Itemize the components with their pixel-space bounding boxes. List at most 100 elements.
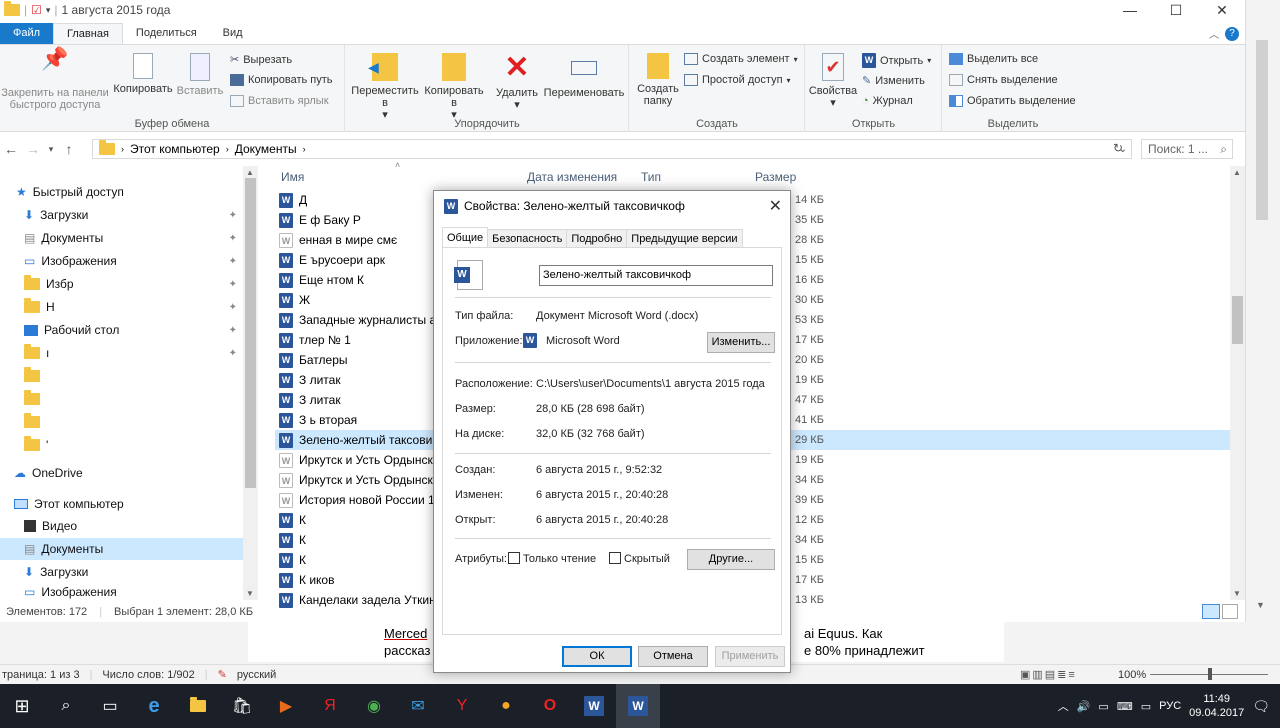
breadcrumb-this-pc[interactable]: Этот компьютер	[130, 142, 220, 156]
nav-quick-access[interactable]: ★ Быстрый доступ	[0, 181, 243, 203]
change-app-button[interactable]: Изменить...	[707, 332, 775, 353]
zoom-level[interactable]: 100%	[1118, 669, 1146, 681]
nav-item-folder[interactable]: Н ✦	[0, 296, 243, 318]
chrome-icon[interactable]: ◉	[352, 684, 396, 728]
file-explorer-icon[interactable]	[176, 684, 220, 728]
pin-quick-access-button[interactable]: 📌 Закрепить на панели быстрого доступа	[0, 48, 110, 112]
pin-icon[interactable]: ✦	[229, 279, 237, 290]
minimize-button[interactable]: —	[1107, 0, 1153, 20]
column-header-date[interactable]: Дата изменения	[527, 170, 617, 184]
nav-item-folder[interactable]	[0, 365, 243, 387]
yandex-icon[interactable]: Y	[440, 684, 484, 728]
word-language[interactable]: русский	[237, 669, 276, 681]
hidden-checkbox[interactable]	[609, 552, 621, 564]
address-bar[interactable]: › Этот компьютер › Документы › ⌄	[92, 139, 1132, 159]
tab-general[interactable]: Общие	[442, 227, 489, 247]
move-to-button[interactable]: ◀ Переместить в ▾	[350, 53, 420, 121]
nav-item-folder[interactable]: ı ✦	[0, 342, 243, 364]
store-icon[interactable]: 🛍	[220, 684, 264, 728]
nav-item-folder[interactable]	[0, 411, 243, 433]
nav-pc-downloads[interactable]: ⬇ Загрузки	[0, 561, 243, 583]
pin-icon[interactable]: ✦	[229, 325, 237, 336]
nav-onedrive[interactable]: ☁ OneDrive	[0, 462, 243, 484]
notification-area-icon[interactable]: ▭	[1141, 700, 1151, 713]
history-button[interactable]: ◔ Журнал	[862, 95, 913, 107]
mail-icon[interactable]: ✉	[396, 684, 440, 728]
rename-button[interactable]: Переименовать	[542, 53, 626, 99]
clock[interactable]: 11:49 09.04.2017	[1189, 692, 1244, 720]
maximize-button[interactable]: ☐	[1153, 0, 1199, 20]
up-button[interactable]: ↑	[58, 141, 80, 157]
word-taskbar-icon[interactable]: W	[616, 684, 660, 728]
tiles-view-icon[interactable]	[1222, 604, 1238, 619]
tab-share[interactable]: Поделиться	[123, 23, 210, 44]
nav-scrollbar[interactable]: ▲ ▼	[243, 166, 258, 600]
nav-pc-documents[interactable]: ▤ Документы	[0, 538, 243, 560]
details-view-icon[interactable]	[1202, 604, 1220, 619]
breadcrumb-documents[interactable]: Документы	[235, 142, 297, 156]
open-button[interactable]: W Открыть ▾	[862, 53, 931, 68]
edge-icon[interactable]: e	[132, 684, 176, 728]
start-button[interactable]: ⊞	[0, 684, 44, 728]
keyboard-icon[interactable]: ⌨	[1117, 700, 1133, 713]
proofing-icon[interactable]: ✎	[218, 668, 227, 681]
nav-this-pc[interactable]: Этот компьютер	[0, 493, 243, 515]
word-page-count[interactable]: траница: 1 из 3	[2, 669, 80, 681]
nav-pc-videos[interactable]: Видео	[0, 515, 243, 537]
select-all-button[interactable]: Выделить все	[949, 53, 1038, 65]
column-header-type[interactable]: Тип	[641, 170, 661, 184]
network-icon[interactable]: ▭	[1098, 700, 1108, 713]
search-input[interactable]: Поиск: 1 ... ⌕	[1141, 139, 1233, 159]
tab-details[interactable]: Подробно	[566, 229, 628, 247]
opera-icon[interactable]: O	[528, 684, 572, 728]
delete-button[interactable]: ✕ Удалить ▾	[492, 53, 542, 112]
paste-button[interactable]: Вставить	[176, 53, 224, 97]
dialog-close-button[interactable]: ✕	[769, 196, 782, 216]
nav-pc-pictures[interactable]: ▭ Изображения	[0, 583, 243, 600]
tab-view[interactable]: Вид	[210, 23, 256, 44]
select-none-button[interactable]: Снять выделение	[949, 74, 1058, 86]
easy-access-button[interactable]: Простой доступ ▾	[684, 74, 791, 86]
action-center-icon[interactable]: 🗨	[1252, 698, 1270, 715]
word-word-count[interactable]: Число слов: 1/902	[102, 669, 194, 681]
tab-previous-versions[interactable]: Предыдущие версии	[626, 229, 743, 247]
app-icon[interactable]: ●	[484, 684, 528, 728]
advanced-button[interactable]: Другие...	[687, 549, 775, 570]
close-button[interactable]: ✕	[1199, 0, 1245, 20]
filename-field[interactable]: Зелено-желтый таксовичкоф	[539, 265, 773, 286]
word-taskbar-icon[interactable]: W	[572, 684, 616, 728]
nav-item-pictures[interactable]: ▭ Изображения ✦	[0, 250, 243, 272]
copy-button[interactable]: Копировать	[112, 53, 174, 95]
pin-icon[interactable]: ✦	[229, 256, 237, 267]
back-button[interactable]: ←	[0, 141, 22, 157]
nav-item-downloads[interactable]: ⬇ Загрузки ✦	[0, 204, 243, 226]
edit-button[interactable]: ✎ Изменить	[862, 74, 925, 88]
file-list-scrollbar[interactable]: ▲ ▼	[1230, 166, 1245, 600]
pin-icon[interactable]: ✦	[229, 210, 237, 221]
cancel-button[interactable]: Отмена	[638, 646, 708, 667]
yandex-browser-icon[interactable]: Я	[308, 684, 352, 728]
forward-button[interactable]: →	[22, 141, 44, 157]
nav-item-folder[interactable]: '	[0, 434, 243, 456]
media-player-icon[interactable]: ▶	[264, 684, 308, 728]
column-header-name[interactable]: Имя	[281, 170, 304, 184]
nav-item-folder[interactable]	[0, 388, 243, 410]
pin-icon[interactable]: ✦	[229, 302, 237, 313]
apply-button[interactable]: Применить	[715, 646, 785, 667]
search-icon[interactable]: ⌕	[44, 684, 88, 728]
tab-security[interactable]: Безопасность	[487, 229, 568, 247]
copy-to-button[interactable]: Копировать в ▾	[422, 53, 486, 121]
invert-selection-button[interactable]: Обратить выделение	[949, 95, 1076, 107]
tab-home[interactable]: Главная	[53, 23, 123, 44]
refresh-icon[interactable]: ↻	[1113, 141, 1123, 155]
zoom-slider-thumb[interactable]	[1208, 668, 1212, 680]
input-language[interactable]: РУС	[1159, 700, 1181, 712]
nav-item-folder[interactable]: Избр ✦	[0, 273, 243, 295]
quick-access-dropdown-icon[interactable]: ▾	[46, 5, 51, 16]
volume-icon[interactable]: 🔊	[1077, 700, 1091, 713]
paste-shortcut-button[interactable]: Вставить ярлык	[230, 95, 329, 107]
copy-path-button[interactable]: Копировать путь	[230, 74, 333, 86]
ribbon-collapse-icon[interactable]: ︿	[1209, 26, 1219, 41]
properties-button[interactable]: ✔ Свойства ▾	[808, 53, 858, 109]
readonly-checkbox[interactable]	[508, 552, 520, 564]
